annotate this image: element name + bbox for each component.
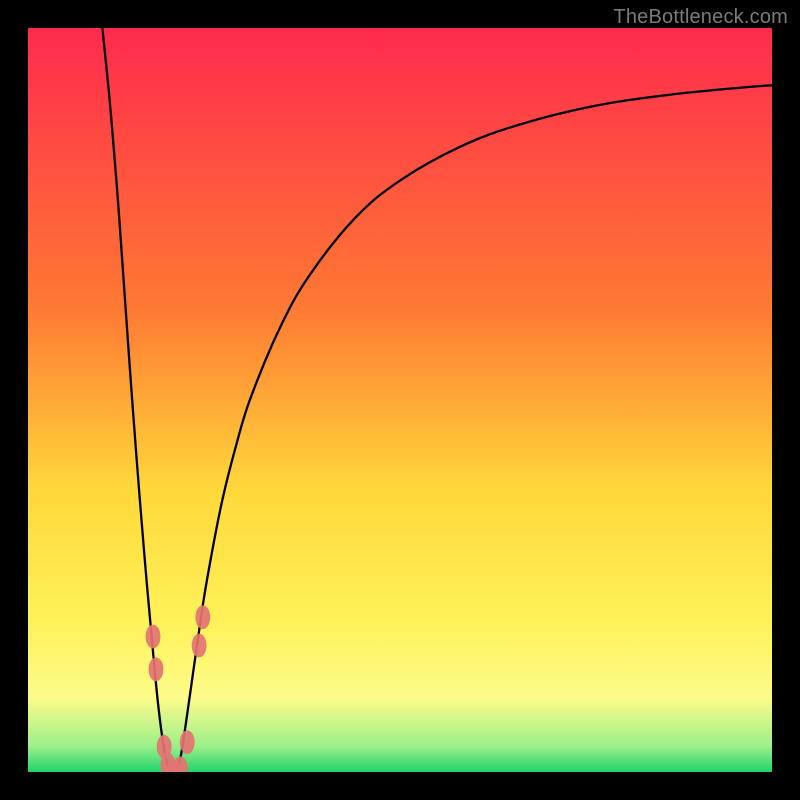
scatter-point (192, 634, 207, 658)
scatter-point (195, 605, 210, 629)
chart-frame: TheBottleneck.com (0, 0, 800, 800)
chart-svg (28, 28, 772, 772)
watermark-label: TheBottleneck.com (613, 6, 788, 29)
plot-background (28, 28, 772, 772)
scatter-point (149, 657, 164, 681)
scatter-point (146, 625, 161, 649)
chart-plot-area (28, 28, 772, 772)
scatter-point (180, 730, 195, 754)
